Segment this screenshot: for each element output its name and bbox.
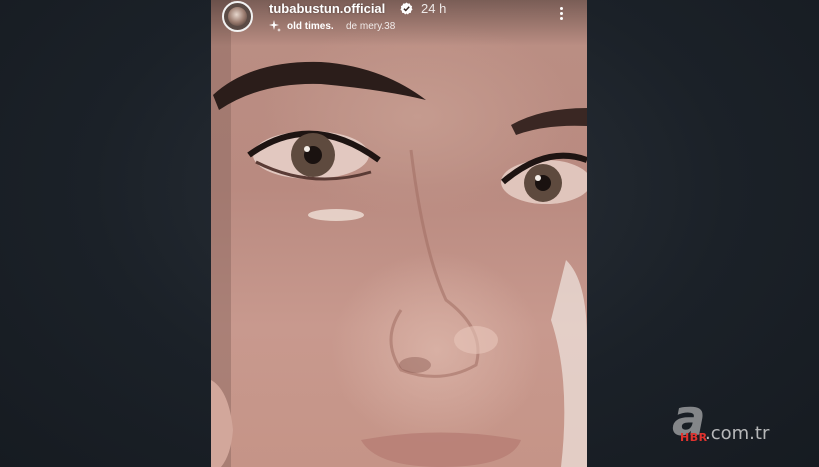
- avatar[interactable]: [222, 1, 253, 32]
- watermark-brand: HBR: [680, 431, 708, 444]
- sparkle-icon: [269, 20, 281, 32]
- story-viewer[interactable]: tubabustun.official 24 h old times. de m…: [211, 0, 587, 467]
- more-options-icon[interactable]: [554, 4, 570, 22]
- avatar-image: [228, 7, 247, 26]
- music-artist: de mery.38: [346, 21, 396, 32]
- username-link[interactable]: tubabustun.official: [269, 1, 385, 16]
- story-timestamp: 24 h: [421, 1, 447, 16]
- hbr-watermark-logo: a HBR .com.tr: [672, 393, 818, 457]
- verified-badge-icon: [400, 2, 413, 15]
- watermark-domain: .com.tr: [705, 423, 770, 444]
- story-photo: [211, 0, 587, 467]
- music-title: old times.: [287, 21, 334, 32]
- story-header: tubabustun.official 24 h old times. de m…: [211, 0, 587, 46]
